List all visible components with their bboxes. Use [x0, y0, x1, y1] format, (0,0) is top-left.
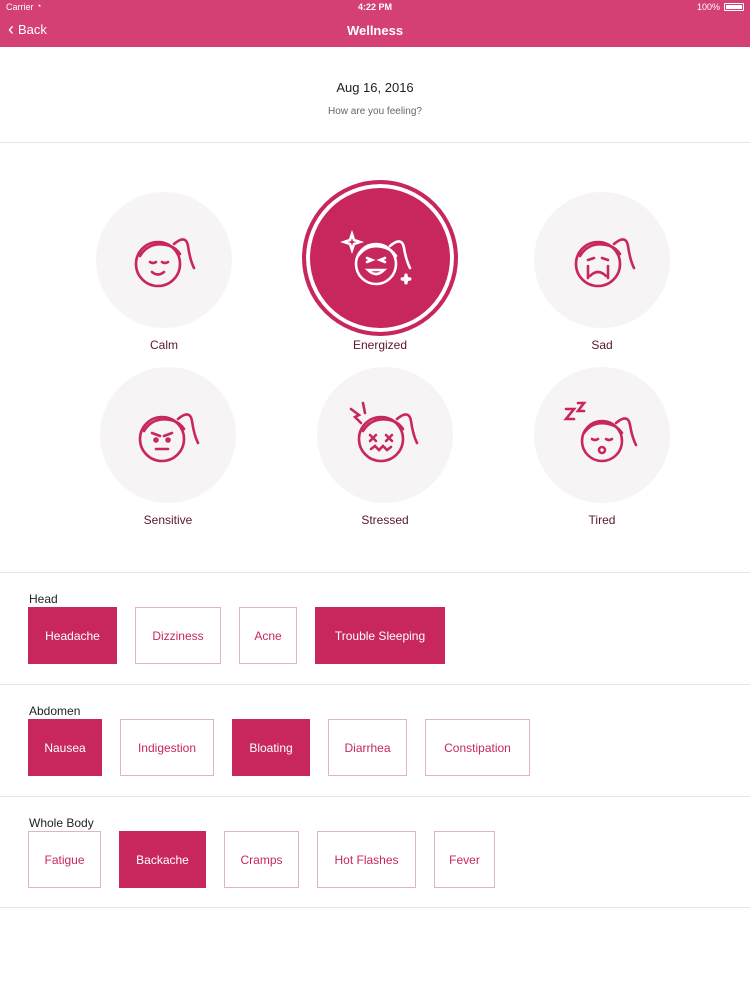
mood-stressed-label: Stressed	[361, 513, 409, 527]
chip-constipation[interactable]: Constipation	[425, 719, 530, 776]
battery-percent: 100%	[696, 2, 720, 12]
mood-stressed[interactable]: Stressed	[310, 367, 460, 537]
chip-dizziness[interactable]: Dizziness	[135, 607, 221, 664]
section-title-abdomen: Abdomen	[29, 704, 81, 718]
mood-sensitive[interactable]: Sensitive	[93, 367, 243, 537]
mood-tired[interactable]: Tired	[527, 367, 677, 537]
mood-stressed-circle	[317, 367, 453, 503]
mood-calm[interactable]: Calm	[89, 192, 239, 362]
entry-date: Aug 16, 2016	[336, 80, 414, 95]
chip-bloating[interactable]: Bloating	[232, 719, 310, 776]
mood-sad-circle	[534, 192, 670, 328]
mood-sad[interactable]: Sad	[527, 192, 677, 362]
chip-indigestion[interactable]: Indigestion	[120, 719, 214, 776]
mood-sad-label: Sad	[591, 338, 613, 352]
mood-calm-circle	[96, 192, 232, 328]
mood-energized-label: Energized	[352, 338, 408, 352]
battery-icon	[724, 3, 744, 11]
sad-face-icon	[574, 238, 636, 288]
calm-face-icon	[134, 238, 196, 288]
mood-energized-circle	[302, 180, 458, 336]
mood-tired-circle	[534, 367, 670, 503]
tired-face-icon	[563, 401, 638, 463]
status-bar: Carrier ◔ 4:22 PM 100%	[0, 0, 750, 14]
status-time: 4:22 PM	[357, 2, 392, 12]
chip-acne[interactable]: Acne	[239, 607, 297, 664]
stressed-face-icon	[349, 401, 419, 463]
chip-diarrhea[interactable]: Diarrhea	[328, 719, 407, 776]
mood-sensitive-circle	[100, 367, 236, 503]
chip-hot-flashes[interactable]: Hot Flashes	[317, 831, 416, 888]
mood-energized[interactable]: Energized	[302, 180, 458, 362]
section-divider	[0, 907, 750, 908]
section-divider	[0, 684, 750, 685]
nav-bar: ‹ Back Wellness	[0, 14, 750, 47]
section-divider	[0, 572, 750, 573]
section-title-head: Head	[29, 592, 58, 606]
chip-backache[interactable]: Backache	[119, 831, 206, 888]
mood-calm-label: Calm	[149, 338, 178, 352]
chip-fever[interactable]: Fever	[434, 831, 495, 888]
energized-face-icon	[340, 229, 412, 286]
date-header: Aug 16, 2016 How are you feeling?	[0, 47, 750, 143]
mood-tired-label: Tired	[588, 513, 616, 527]
chip-trouble-sleeping[interactable]: Trouble Sleeping	[315, 607, 445, 664]
sensitive-face-icon	[138, 413, 200, 463]
section-title-whole-body: Whole Body	[29, 816, 94, 830]
feeling-prompt: How are you feeling?	[328, 106, 422, 117]
section-divider	[0, 796, 750, 797]
chip-fatigue[interactable]: Fatigue	[28, 831, 101, 888]
chip-cramps[interactable]: Cramps	[224, 831, 299, 888]
nav-title: Wellness	[346, 23, 404, 38]
chip-headache[interactable]: Headache	[28, 607, 117, 664]
mood-sensitive-label: Sensitive	[143, 513, 193, 527]
chip-nausea[interactable]: Nausea	[28, 719, 102, 776]
